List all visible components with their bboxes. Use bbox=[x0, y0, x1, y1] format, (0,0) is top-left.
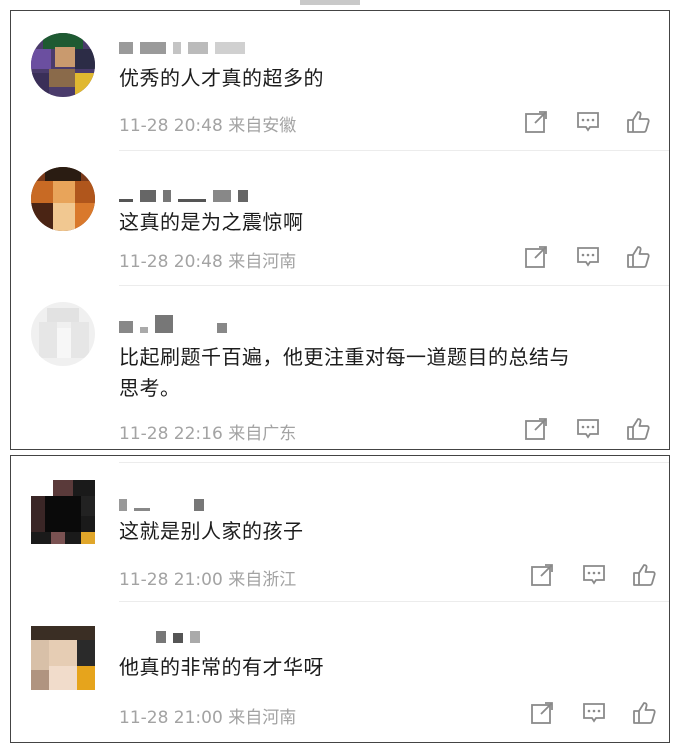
comment-meta: 11-28 21:00 来自浙江 bbox=[119, 565, 296, 590]
comment-meta: 11-28 22:16 来自广东 bbox=[119, 419, 296, 444]
comment-text-line: 思考。 bbox=[119, 376, 181, 400]
username-blurred[interactable] bbox=[119, 183, 255, 202]
comment-actions bbox=[529, 700, 657, 726]
comment-item: 这就是别人家的孩子 11-28 21:00 来自浙江 bbox=[11, 462, 669, 602]
comment-location: 来自浙江 bbox=[228, 570, 297, 590]
comment-location: 来自河南 bbox=[228, 252, 297, 272]
comment-meta: 11-28 20:48 来自河南 bbox=[119, 247, 296, 272]
comment-item: 这真的是为之震惊啊 11-28 20:48 来自河南 bbox=[11, 151, 669, 286]
avatar[interactable] bbox=[31, 480, 95, 544]
like-icon[interactable] bbox=[625, 109, 651, 135]
comment-time: 11-28 21:00 bbox=[119, 570, 223, 590]
comment-text: 比起刷题千百遍，他更注重对每一道题目的总结与 思考。 bbox=[119, 342, 570, 404]
reply-icon[interactable] bbox=[575, 109, 601, 135]
comment-time: 11-28 22:16 bbox=[119, 424, 223, 444]
comments-panel-2: 这就是别人家的孩子 11-28 21:00 来自浙江 他真的非常的有才华呀 11… bbox=[10, 455, 670, 743]
share-icon[interactable] bbox=[529, 562, 555, 588]
comment-meta: 11-28 20:48 来自安徽 bbox=[119, 111, 296, 136]
like-icon[interactable] bbox=[625, 416, 651, 442]
comment-text: 优秀的人才真的超多的 bbox=[119, 66, 324, 90]
username-blurred[interactable] bbox=[119, 35, 252, 54]
like-icon[interactable] bbox=[625, 244, 651, 270]
share-icon[interactable] bbox=[529, 700, 555, 726]
comment-actions bbox=[523, 416, 651, 442]
username-blurred[interactable] bbox=[119, 624, 207, 643]
username-blurred[interactable] bbox=[119, 492, 211, 511]
comment-text: 这就是别人家的孩子 bbox=[119, 519, 304, 543]
avatar[interactable] bbox=[31, 302, 95, 366]
comment-meta: 11-28 21:00 来自河南 bbox=[119, 703, 296, 728]
avatar[interactable] bbox=[31, 33, 95, 97]
comment-location: 来自广东 bbox=[228, 424, 297, 444]
comment-item: 比起刷题千百遍，他更注重对每一道题目的总结与 思考。 11-28 22:16 来… bbox=[11, 286, 669, 449]
comment-text: 他真的非常的有才华呀 bbox=[119, 655, 324, 679]
username-blurred[interactable] bbox=[119, 314, 234, 333]
cropped-top-edge bbox=[300, 0, 360, 5]
comment-location: 来自河南 bbox=[228, 708, 297, 728]
share-icon[interactable] bbox=[523, 109, 549, 135]
reply-icon[interactable] bbox=[581, 700, 607, 726]
share-icon[interactable] bbox=[523, 244, 549, 270]
comment-item: 优秀的人才真的超多的 11-28 20:48 来自安徽 bbox=[11, 11, 669, 151]
reply-icon[interactable] bbox=[575, 416, 601, 442]
comment-time: 11-28 20:48 bbox=[119, 252, 223, 272]
like-icon[interactable] bbox=[631, 562, 657, 588]
comment-text: 这真的是为之震惊啊 bbox=[119, 210, 304, 234]
reply-icon[interactable] bbox=[581, 562, 607, 588]
comments-panel-1: 优秀的人才真的超多的 11-28 20:48 来自安徽 这真的是为之震惊啊 11… bbox=[10, 10, 670, 450]
comment-actions bbox=[529, 562, 657, 588]
comment-time: 11-28 21:00 bbox=[119, 708, 223, 728]
reply-icon[interactable] bbox=[575, 244, 601, 270]
comment-text-line: 比起刷题千百遍，他更注重对每一道题目的总结与 bbox=[119, 345, 570, 369]
comment-item: 他真的非常的有才华呀 11-28 21:00 来自河南 bbox=[11, 602, 669, 742]
avatar[interactable] bbox=[31, 167, 95, 231]
like-icon[interactable] bbox=[631, 700, 657, 726]
comment-actions bbox=[523, 109, 651, 135]
avatar[interactable] bbox=[31, 626, 95, 690]
comment-time: 11-28 20:48 bbox=[119, 116, 223, 136]
share-icon[interactable] bbox=[523, 416, 549, 442]
comment-actions bbox=[523, 244, 651, 270]
comment-location: 来自安徽 bbox=[228, 116, 297, 136]
